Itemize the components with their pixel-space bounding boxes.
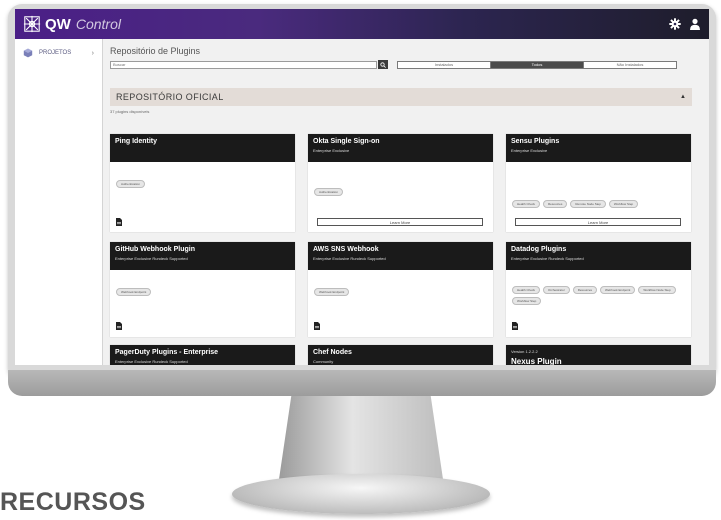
plugin-card-okta[interactable]: Okta Single Sign-on Enterprise Exclusive… xyxy=(308,134,493,232)
logo-mark-icon xyxy=(23,15,41,33)
learn-more-button[interactable]: Learn More xyxy=(317,218,483,226)
card-header: Datadog Plugins Enterprise Exclusive Run… xyxy=(506,242,691,270)
card-header: GitHub Webhook Plugin Enterprise Exclusi… xyxy=(110,242,295,270)
plugin-card-github-webhook[interactable]: GitHub Webhook Plugin Enterprise Exclusi… xyxy=(110,242,295,337)
tag-chip: Health Check xyxy=(512,200,541,208)
card-header: Ping Identity xyxy=(110,134,295,162)
main-content: Repositório de Plugins Instalados Todos … xyxy=(110,39,703,365)
tag-list: Authentication xyxy=(314,188,344,196)
section-title: REPOSITÓRIO OFICIAL xyxy=(116,92,224,102)
app-logo[interactable]: QW Control xyxy=(23,15,121,33)
card-subtitle: Enterprise Exclusive Rundeck Supported xyxy=(313,256,386,261)
top-actions xyxy=(669,18,701,30)
app-screen: QW Control PROJETOS › Repositório de Plu… xyxy=(15,9,709,365)
tag-chip: Webhook Endpoint xyxy=(116,288,152,296)
tag-chip: Authentication xyxy=(116,180,146,188)
tag-chip: Resources xyxy=(572,286,598,294)
tab-all[interactable]: Todos xyxy=(491,61,584,68)
tag-list: Webhook Endpoint xyxy=(314,288,350,296)
tag-list: Health Check Resources Remote Node Step … xyxy=(512,200,639,208)
learn-more-button[interactable]: Learn More xyxy=(515,218,681,226)
tag-chip: Health Check xyxy=(512,286,541,294)
tag-chip: Orchestrator xyxy=(543,286,570,294)
plugin-card-sensu[interactable]: Sensu Plugins Enterprise Exclusive Healt… xyxy=(506,134,691,232)
logo-text-light: Control xyxy=(75,16,121,32)
logo-text-strong: QW xyxy=(45,15,71,33)
section-header-official-repo[interactable]: REPOSITÓRIO OFICIAL ▲ xyxy=(110,88,692,106)
tag-chip: Workflow Step xyxy=(512,297,542,305)
tag-chip: Resources xyxy=(543,200,568,208)
card-header: AWS SNS Webhook Enterprise Exclusive Run… xyxy=(308,242,493,270)
card-title: Okta Single Sign-on xyxy=(313,138,380,145)
document-icon xyxy=(314,322,320,330)
search-row: Instalados Todos Não Instalados xyxy=(110,60,703,69)
tab-not-installed[interactable]: Não Instalados xyxy=(584,61,676,68)
filter-tabs: Instalados Todos Não Instalados xyxy=(397,60,677,69)
plugin-card-aws-sns[interactable]: AWS SNS Webhook Enterprise Exclusive Run… xyxy=(308,242,493,337)
user-profile-icon[interactable] xyxy=(689,18,701,30)
card-header: Chef Nodes Community xyxy=(308,345,493,365)
card-title: Ping Identity xyxy=(115,138,157,145)
plugin-card-ping-identity[interactable]: Ping Identity Authentication xyxy=(110,134,295,232)
card-subtitle: Community xyxy=(313,359,334,364)
card-title: Datadog Plugins xyxy=(511,246,567,253)
plugin-count: 37 plugins disponíveis xyxy=(110,109,150,114)
card-title: GitHub Webhook Plugin xyxy=(115,246,195,253)
monitor-stand-base xyxy=(232,474,490,514)
plugin-card-pagerduty[interactable]: PagerDuty Plugins - Enterprise Enterpris… xyxy=(110,345,295,365)
tag-list: Health Check Orchestrator Resources Webh… xyxy=(512,286,682,305)
card-version: Version 1.2.2.2 xyxy=(511,349,538,354)
search-button[interactable] xyxy=(378,60,388,69)
card-header: Sensu Plugins Enterprise Exclusive xyxy=(506,134,691,162)
tag-chip: Workflow Step xyxy=(608,200,639,208)
monitor-chin xyxy=(8,370,716,396)
tab-installed[interactable]: Instalados xyxy=(398,61,491,68)
sidebar-item-projetos[interactable]: PROJETOS › xyxy=(15,39,102,67)
tag-chip: Webhook Endpoint xyxy=(314,288,350,296)
tag-list: Webhook Endpoint xyxy=(116,288,152,296)
search-icon xyxy=(380,61,386,68)
caret-up-icon[interactable]: ▲ xyxy=(680,94,686,100)
card-subtitle: Enterprise Exclusive Rundeck Supported xyxy=(115,359,188,364)
page-title: Repositório de Plugins xyxy=(110,46,201,56)
card-subtitle: Enterprise Exclusive xyxy=(313,148,350,153)
tag-list: Authentication xyxy=(116,180,146,188)
sidebar: PROJETOS › xyxy=(15,39,103,365)
card-header: Version 1.2.2.2 Nexus Plugin xyxy=(506,345,691,365)
search-input[interactable] xyxy=(110,60,377,69)
settings-gear-icon[interactable] xyxy=(669,18,681,30)
recursos-caption: RECURSOS xyxy=(0,488,146,516)
plugin-card-chef-nodes[interactable]: Chef Nodes Community xyxy=(308,345,493,365)
document-icon xyxy=(116,218,122,226)
plugin-card-nexus[interactable]: Version 1.2.2.2 Nexus Plugin xyxy=(506,345,691,365)
chevron-right-icon: › xyxy=(91,49,94,57)
document-icon xyxy=(512,322,518,330)
card-header: PagerDuty Plugins - Enterprise Enterpris… xyxy=(110,345,295,365)
card-title: Chef Nodes xyxy=(313,349,352,356)
card-title: PagerDuty Plugins - Enterprise xyxy=(115,349,219,356)
card-subtitle: Enterprise Exclusive Rundeck Supported xyxy=(115,256,188,261)
card-title: AWS SNS Webhook xyxy=(313,246,379,253)
card-header: Okta Single Sign-on Enterprise Exclusive xyxy=(308,134,493,162)
card-title: Sensu Plugins xyxy=(511,138,560,145)
tag-chip: Remote Node Step xyxy=(570,200,606,208)
tag-chip: Authentication xyxy=(314,188,344,196)
document-icon xyxy=(116,322,122,330)
tag-chip: Webhook Endpoint xyxy=(600,286,636,294)
monitor-stand-neck xyxy=(278,396,444,486)
cube-icon xyxy=(23,48,33,58)
card-title: Nexus Plugin xyxy=(511,357,562,365)
top-bar: QW Control xyxy=(15,9,709,39)
sidebar-item-label: PROJETOS xyxy=(39,50,72,56)
card-subtitle: Enterprise Exclusive xyxy=(511,148,548,153)
plugin-card-datadog[interactable]: Datadog Plugins Enterprise Exclusive Run… xyxy=(506,242,691,337)
card-subtitle: Enterprise Exclusive Rundeck Supported xyxy=(511,256,584,261)
tag-chip: Workflow Node Step xyxy=(638,286,676,294)
